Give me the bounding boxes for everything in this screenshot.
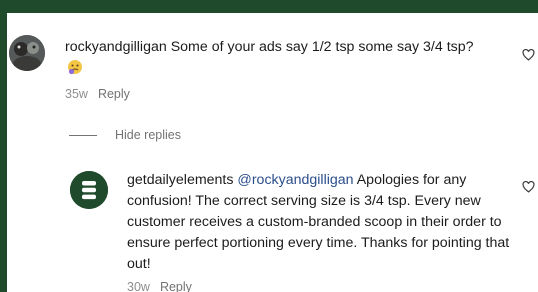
reply-avatar[interactable] [70, 171, 108, 209]
reply-mention[interactable]: @rockyandgilligan [237, 172, 353, 188]
replies-divider [69, 134, 97, 136]
comment-body: rockyandgilligan Some of your ads say 1/… [65, 37, 485, 82]
thinking-face-emoji-icon [67, 59, 83, 82]
comments-panel: rockyandgilligan Some of your ads say 1/… [7, 13, 538, 292]
heart-outline-icon [522, 48, 535, 61]
like-reply-button[interactable] [522, 180, 535, 193]
heart-outline-icon [522, 180, 535, 193]
comment-reply-button[interactable]: Reply [98, 87, 130, 101]
hide-replies-label: Hide replies [115, 128, 182, 142]
brand-logo-avatar-icon [70, 171, 108, 209]
comment-age: 35w [65, 87, 88, 101]
hide-replies-button[interactable]: Hide replies [69, 126, 181, 144]
reply-username[interactable]: getdailyelements [127, 172, 233, 188]
reply-age: 30w [127, 280, 150, 292]
reply-reply-button[interactable]: Reply [160, 280, 192, 292]
like-comment-button[interactable] [522, 48, 535, 61]
comment-username[interactable]: rockyandgilligan [65, 39, 167, 55]
reply-body: getdailyelements @rockyandgilligan Apolo… [127, 170, 512, 275]
commenter-avatar[interactable] [9, 35, 45, 71]
comment-meta: 35w Reply [65, 87, 140, 101]
reply-meta: 30w Reply [127, 280, 202, 292]
comment-text: Some of your ads say 1/2 tsp some say 3/… [166, 39, 474, 55]
user-photo-avatar-icon [9, 35, 45, 71]
